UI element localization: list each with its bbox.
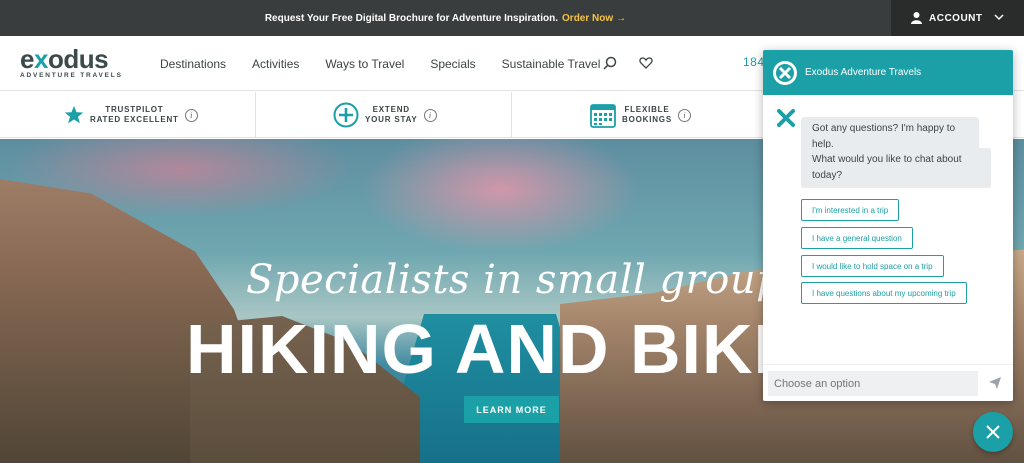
usp-trustpilot-text: TRUSTPILOT RATED EXCELLENT (90, 105, 179, 124)
usp-flexible-text: FLEXIBLE BOOKINGS (622, 105, 672, 124)
logo-tagline: ADVENTURE TRAVELS (20, 72, 123, 79)
user-icon (911, 12, 922, 24)
nav-item-activities[interactable]: Activities (252, 57, 299, 71)
chat-message: What would you like to chat about today? (801, 148, 991, 188)
promo-bar: Request Your Free Digital Brochure for A… (0, 0, 1024, 36)
chat-option-hold-space[interactable]: I would like to hold space on a trip (801, 255, 944, 277)
chat-title: Exodus Adventure Travels (805, 67, 922, 78)
usp-extend-text: EXTEND YOUR STAY (365, 105, 418, 124)
usp-trustpilot: TRUSTPILOT RATED EXCELLENT i (0, 92, 256, 138)
account-button[interactable]: ACCOUNT (891, 0, 1024, 36)
chat-close-button[interactable] (973, 412, 1013, 452)
nav-item-destinations[interactable]: Destinations (160, 57, 226, 71)
heart-icon[interactable] (639, 56, 653, 70)
info-icon[interactable]: i (184, 108, 198, 122)
nav-item-ways-to-travel[interactable]: Ways to Travel (325, 57, 404, 71)
plus-circle-icon (333, 102, 359, 128)
chat-option-general-question[interactable]: I have a general question (801, 227, 913, 249)
chat-input[interactable] (768, 371, 978, 396)
send-icon[interactable] (989, 377, 1001, 389)
chat-option-upcoming-trip[interactable]: I have questions about my upcoming trip (801, 282, 967, 304)
phone-number[interactable]: 184 (743, 55, 765, 69)
chat-header: Exodus Adventure Travels (763, 50, 1013, 95)
account-label: ACCOUNT (929, 12, 983, 24)
logo-wordmark: exodus (20, 44, 109, 74)
usp-flexible-bookings: FLEXIBLE BOOKINGS i (512, 92, 768, 138)
bot-x-icon (777, 109, 795, 127)
promo-text: Request Your Free Digital Brochure for A… (264, 12, 559, 24)
chat-input-bar (763, 364, 1013, 401)
star-icon (64, 106, 84, 124)
order-now-link[interactable]: Order Now (562, 13, 613, 24)
hero-script-heading: Specialists in small groups (246, 257, 804, 303)
nav-item-sustainable-travel[interactable]: Sustainable Travel (502, 57, 601, 71)
chat-avatar (773, 60, 797, 85)
exodus-logo[interactable]: exodus ADVENTURE TRAVELS (20, 46, 130, 82)
nav-menu: Destinations Activities Ways to Travel S… (160, 36, 626, 91)
arrow-right-icon: → (616, 12, 627, 24)
chat-widget: Exodus Adventure Travels Got any questio… (763, 50, 1013, 401)
chat-option-interested-trip[interactable]: I'm interested in a trip (801, 199, 900, 221)
calendar-icon (590, 104, 616, 128)
search-icon[interactable] (603, 56, 617, 70)
nav-item-specials[interactable]: Specials (430, 57, 475, 71)
info-icon[interactable]: i (423, 108, 437, 122)
info-icon[interactable]: i (677, 108, 691, 122)
promo-message[interactable]: Request Your Free Digital Brochure for A… (0, 0, 891, 36)
exodus-x-icon (776, 63, 794, 82)
close-icon (986, 425, 1000, 439)
chevron-down-icon (994, 14, 1004, 21)
usp-extend-stay: EXTEND YOUR STAY i (256, 92, 512, 138)
learn-more-button[interactable]: LEARN MORE (464, 396, 559, 423)
